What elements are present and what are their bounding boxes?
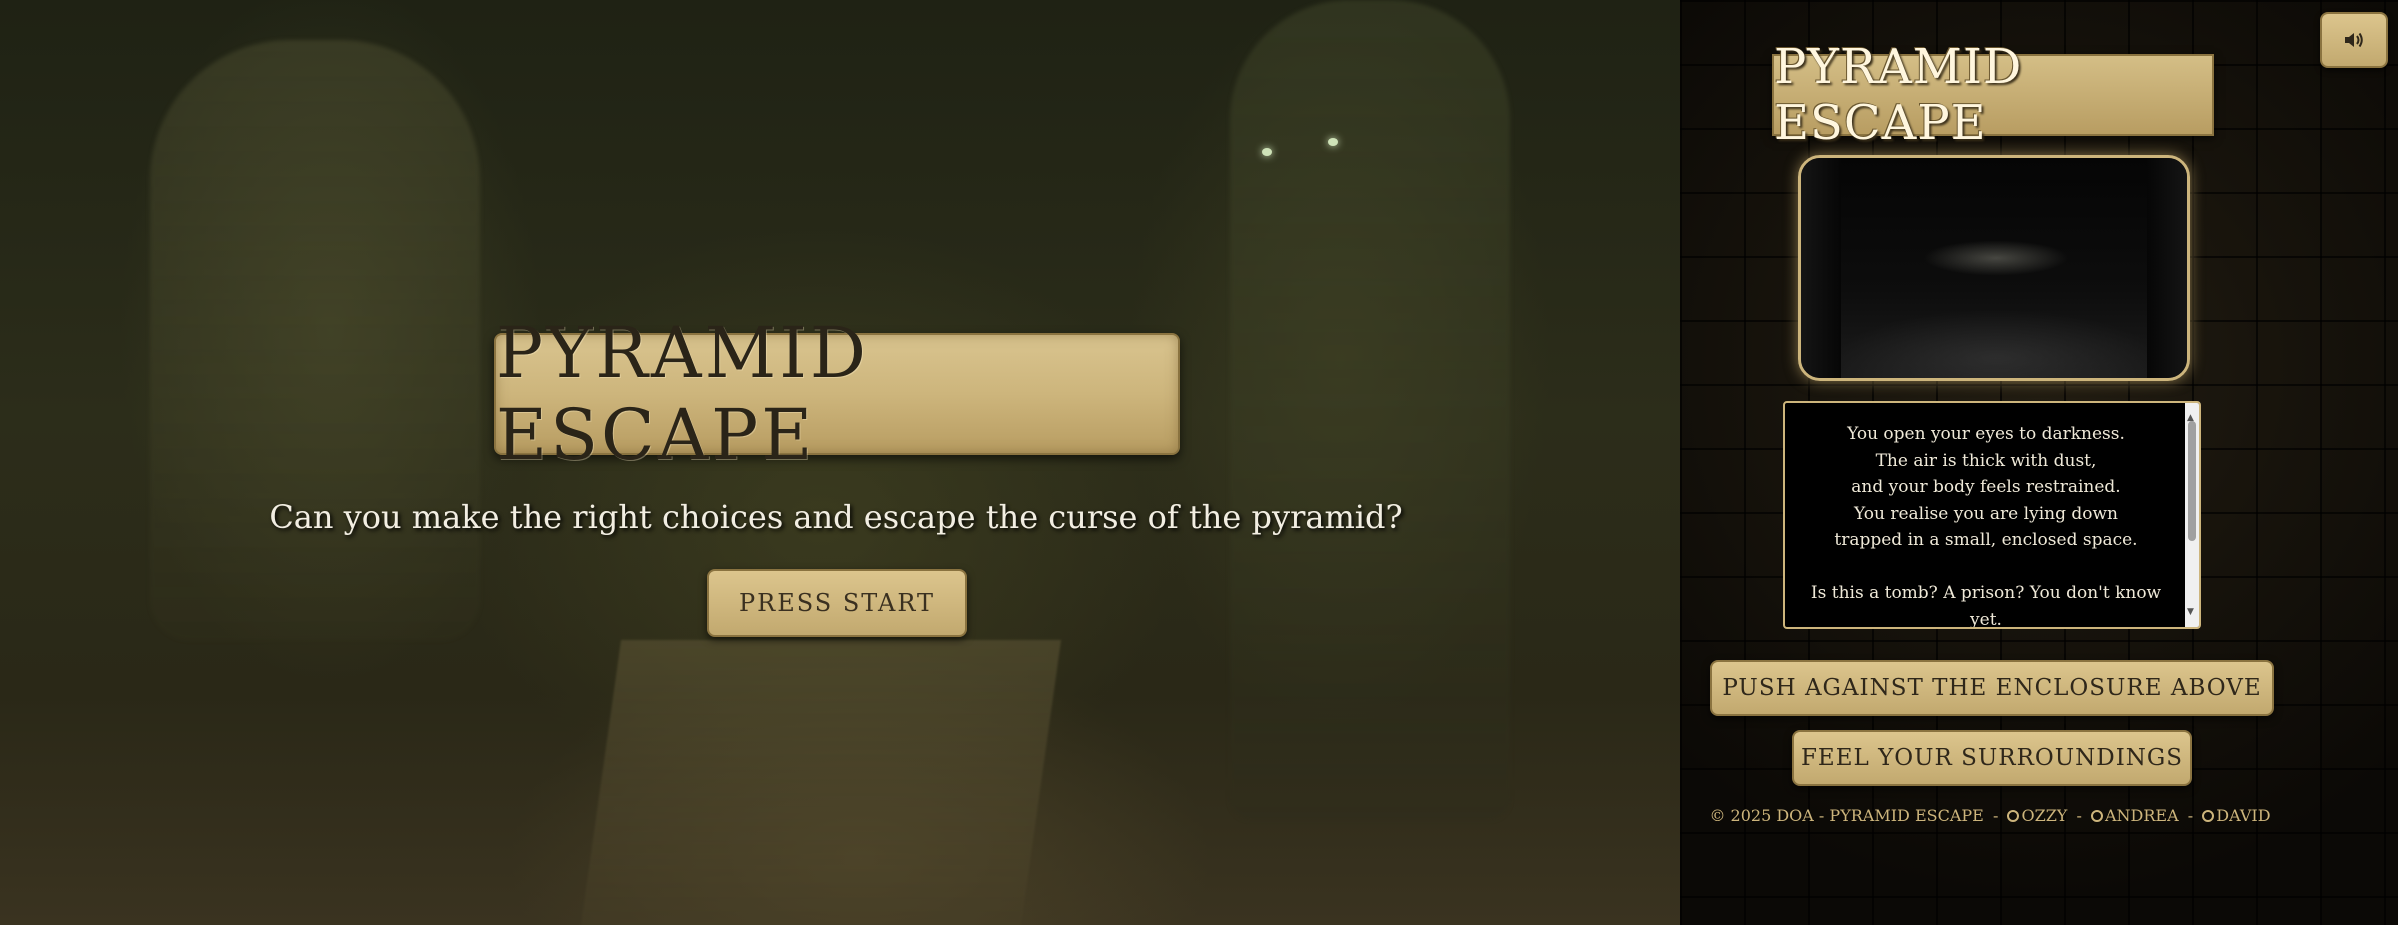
- narrative-scrollbar[interactable]: ▲ ▼: [2185, 403, 2199, 627]
- footer: © 2025 DOA - PYRAMID ESCAPE - OZZY - AND…: [1680, 806, 2300, 825]
- github-icon: [2090, 810, 2103, 822]
- speaker-icon: [2345, 32, 2363, 48]
- author-link-ozzy[interactable]: OZZY: [2007, 806, 2067, 825]
- github-icon: [2007, 810, 2020, 822]
- scene-wall-right: [2147, 158, 2187, 378]
- narrative-line: You realise you are lying down: [1854, 503, 2118, 524]
- scroll-down-icon[interactable]: ▼: [2187, 599, 2194, 626]
- author-name: ANDREA: [2104, 806, 2179, 825]
- narrative-line: [1797, 554, 2175, 581]
- narrative-line: The air is thick with dust,: [1875, 450, 2097, 471]
- scene-image: [1798, 155, 2190, 381]
- footer-separator: -: [2076, 806, 2082, 825]
- footer-separator: -: [1992, 806, 1999, 825]
- panel-title: PYRAMID ESCAPE: [1772, 39, 2214, 151]
- narrative-line: and your body feels restrained.: [1851, 477, 2121, 497]
- narrative-line: trapped in a small, enclosed space.: [1834, 530, 2138, 550]
- scene-wall-left: [1801, 158, 1841, 378]
- choice-button-push-enclosure[interactable]: PUSH AGAINST THE ENCLOSURE ABOVE: [1710, 660, 2274, 716]
- narrative-line: You open your eyes to darkness.: [1847, 424, 2125, 444]
- footer-copyright: © 2025 DOA - PYRAMID ESCAPE: [1709, 806, 1984, 825]
- author-name: OZZY: [2021, 806, 2068, 825]
- choice-button-feel-surroundings[interactable]: FEEL YOUR SURROUNDINGS: [1792, 730, 2192, 786]
- game-title-plaque: PYRAMID ESCAPE: [494, 312, 1180, 476]
- footer-separator: -: [2187, 806, 2194, 825]
- author-name: DAVID: [2216, 806, 2271, 825]
- github-icon: [2202, 810, 2215, 822]
- narrative-textbox[interactable]: You open your eyes to darkness. The air …: [1783, 401, 2201, 629]
- anubis-eye-left: [1262, 148, 1272, 156]
- anubis-statue: [1230, 0, 1510, 820]
- author-link-andrea[interactable]: ANDREA: [2090, 806, 2179, 825]
- scroll-thumb[interactable]: [2188, 421, 2196, 541]
- narrative-line: Is this a tomb? A prison? You don't know…: [1810, 583, 2162, 629]
- author-link-david[interactable]: DAVID: [2202, 806, 2271, 825]
- anubis-eye-right: [1328, 138, 1338, 146]
- press-start-button[interactable]: PRESS START: [707, 569, 967, 637]
- sound-toggle-button[interactable]: [2320, 12, 2388, 68]
- tagline: Can you make the right choices and escap…: [269, 498, 1403, 536]
- pharaoh-statue: [150, 40, 480, 640]
- sarcophagus: [578, 640, 1062, 925]
